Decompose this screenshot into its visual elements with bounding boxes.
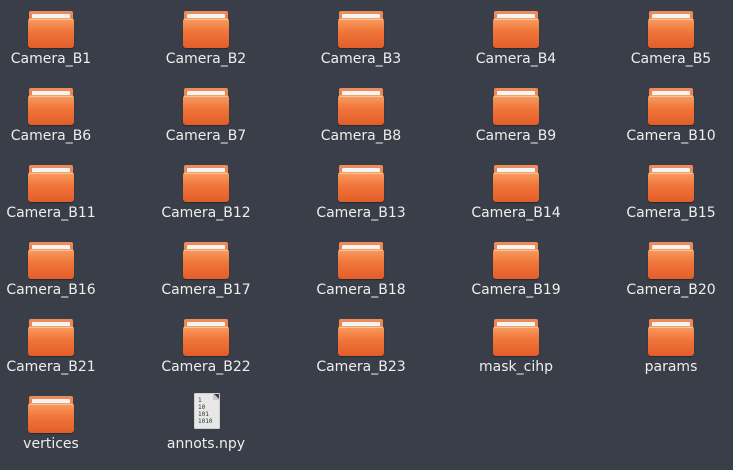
folder-icon (646, 241, 696, 281)
folder-icon (491, 164, 541, 204)
item-label: Camera_B11 (6, 205, 96, 221)
item-label: Camera_B19 (471, 282, 561, 298)
folder-item-camera-b14[interactable]: Camera_B14 (441, 154, 591, 226)
file-grid: Camera_B1 Camera_B2 Camera_B3 Camera_B4 … (0, 0, 733, 470)
folder-item-camera-b9[interactable]: Camera_B9 (441, 77, 591, 149)
item-label: Camera_B16 (6, 282, 96, 298)
folder-icon (336, 87, 386, 127)
folder-icon (491, 241, 541, 281)
folder-icon (336, 164, 386, 204)
folder-item-camera-b5[interactable]: Camera_B5 (596, 0, 733, 72)
folder-item-camera-b10[interactable]: Camera_B10 (596, 77, 733, 149)
item-label: Camera_B8 (320, 128, 402, 144)
folder-item-params[interactable]: params (596, 308, 733, 380)
item-label: Camera_B23 (316, 359, 406, 375)
folder-item-camera-b2[interactable]: Camera_B2 (131, 0, 281, 72)
folder-item-camera-b19[interactable]: Camera_B19 (441, 231, 591, 303)
folder-item-mask-cihp[interactable]: mask_cihp (441, 308, 591, 380)
item-label: Camera_B10 (626, 128, 716, 144)
folder-icon (336, 241, 386, 281)
folder-icon (646, 164, 696, 204)
folder-icon (336, 10, 386, 50)
item-label: Camera_B17 (161, 282, 251, 298)
folder-icon (26, 395, 76, 435)
item-label: Camera_B18 (316, 282, 406, 298)
item-label: Camera_B4 (475, 51, 557, 67)
folder-icon (181, 10, 231, 50)
item-label: Camera_B12 (161, 205, 251, 221)
item-label: params (644, 359, 698, 375)
item-label: Camera_B15 (626, 205, 716, 221)
folder-item-camera-b20[interactable]: Camera_B20 (596, 231, 733, 303)
folder-item-camera-b23[interactable]: Camera_B23 (286, 308, 436, 380)
folder-icon (491, 87, 541, 127)
folder-item-camera-b18[interactable]: Camera_B18 (286, 231, 436, 303)
folder-item-camera-b16[interactable]: Camera_B16 (0, 231, 126, 303)
binary-file-icon-text: 1 10 101 1010 (198, 397, 213, 425)
item-label: Camera_B6 (10, 128, 92, 144)
folder-icon (181, 318, 231, 358)
folder-item-camera-b3[interactable]: Camera_B3 (286, 0, 436, 72)
folder-icon (26, 10, 76, 50)
folder-item-camera-b17[interactable]: Camera_B17 (131, 231, 281, 303)
item-label: Camera_B9 (475, 128, 557, 144)
file-item-annots-npy[interactable]: 1 10 101 1010 annots.npy (131, 385, 281, 457)
folder-item-camera-b7[interactable]: Camera_B7 (131, 77, 281, 149)
folder-item-camera-b1[interactable]: Camera_B1 (0, 0, 126, 72)
folder-item-camera-b22[interactable]: Camera_B22 (131, 308, 281, 380)
folder-icon (336, 318, 386, 358)
folder-icon (646, 318, 696, 358)
folder-item-camera-b15[interactable]: Camera_B15 (596, 154, 733, 226)
item-label: mask_cihp (479, 359, 553, 375)
folder-icon (646, 10, 696, 50)
folder-icon (646, 87, 696, 127)
item-label: Camera_B7 (165, 128, 247, 144)
item-label: Camera_B22 (161, 359, 251, 375)
folder-icon (491, 318, 541, 358)
folder-icon (181, 241, 231, 281)
item-label: Camera_B14 (471, 205, 561, 221)
item-label: annots.npy (166, 436, 246, 452)
folder-item-camera-b11[interactable]: Camera_B11 (0, 154, 126, 226)
folder-icon (26, 164, 76, 204)
folder-icon (181, 164, 231, 204)
folder-item-camera-b8[interactable]: Camera_B8 (286, 77, 436, 149)
folder-icon (26, 318, 76, 358)
folder-item-camera-b6[interactable]: Camera_B6 (0, 77, 126, 149)
item-label: Camera_B3 (320, 51, 402, 67)
folder-item-vertices[interactable]: vertices (0, 385, 126, 457)
folder-item-camera-b21[interactable]: Camera_B21 (0, 308, 126, 380)
item-label: vertices (23, 436, 79, 452)
item-label: Camera_B5 (630, 51, 712, 67)
folder-item-camera-b12[interactable]: Camera_B12 (131, 154, 281, 226)
item-label: Camera_B20 (626, 282, 716, 298)
folder-icon (491, 10, 541, 50)
folder-icon (26, 87, 76, 127)
folder-icon (181, 87, 231, 127)
folder-icon (26, 241, 76, 281)
item-label: Camera_B2 (165, 51, 247, 67)
folder-item-camera-b4[interactable]: Camera_B4 (441, 0, 591, 72)
folder-item-camera-b13[interactable]: Camera_B13 (286, 154, 436, 226)
binary-file-icon: 1 10 101 1010 (181, 393, 231, 435)
item-label: Camera_B1 (10, 51, 92, 67)
item-label: Camera_B13 (316, 205, 406, 221)
item-label: Camera_B21 (6, 359, 96, 375)
